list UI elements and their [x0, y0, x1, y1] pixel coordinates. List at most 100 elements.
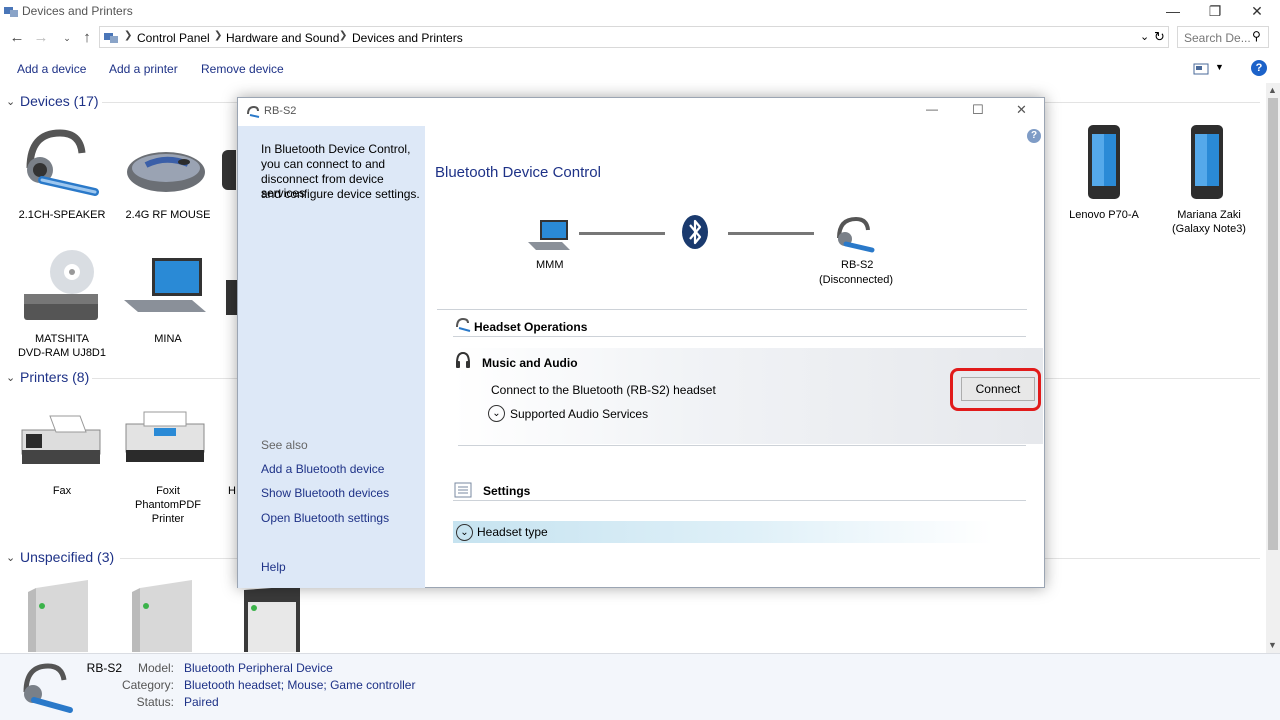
headset-operations-heading: Headset Operations: [474, 320, 588, 334]
chevron-down-icon[interactable]: ⌄: [6, 95, 15, 108]
add-bluetooth-device-link[interactable]: Add a Bluetooth device: [261, 462, 384, 476]
laptop-device-icon[interactable]: [124, 256, 208, 316]
headset-icon: [247, 106, 260, 118]
view-dropdown-icon[interactable]: ▼: [1215, 62, 1224, 72]
printer-label-line2[interactable]: PhantomPDF: [116, 498, 220, 512]
sidebar-description-line: In Bluetooth Device Control,: [261, 142, 411, 156]
details-category-value: Bluetooth headset; Mouse; Game controlle…: [184, 678, 416, 692]
dialog-title: RB-S2: [264, 105, 297, 117]
device-label[interactable]: Mariana Zaki: [1157, 208, 1261, 222]
details-status-label: Status:: [136, 695, 174, 709]
breadcrumb-hardware-sound[interactable]: Hardware and Sound: [226, 31, 339, 45]
connection-line: [579, 232, 665, 235]
dialog-sidebar: In Bluetooth Device Control, you can con…: [238, 126, 425, 588]
device-label[interactable]: 2.4G RF MOUSE: [116, 208, 220, 222]
device-label-line2[interactable]: (Galaxy Note3): [1157, 222, 1261, 236]
printer-label[interactable]: Fax: [10, 484, 114, 498]
dialog-maximize-button[interactable]: ☐: [972, 102, 984, 118]
computer-name: MMM: [536, 259, 564, 271]
headset-device-icon[interactable]: [20, 128, 102, 198]
headphones-icon: [456, 351, 470, 368]
server-device-icon[interactable]: [28, 578, 94, 652]
phone-device-icon[interactable]: [1087, 124, 1121, 200]
command-bar: Add a device Add a printer Remove device…: [0, 55, 1280, 83]
dvd-drive-icon[interactable]: [20, 250, 102, 325]
remove-device-button[interactable]: Remove device: [201, 62, 284, 76]
device-partial-icon[interactable]: [226, 280, 237, 315]
group-divider: [92, 378, 238, 379]
details-pane: RB-S2 Model: Bluetooth Peripheral Device…: [0, 653, 1280, 720]
music-audio-heading: Music and Audio: [482, 356, 578, 370]
server-device-icon[interactable]: [132, 578, 198, 652]
laptop-icon: [528, 218, 570, 252]
details-status-value: Paired: [184, 695, 219, 709]
headset-device-icon: [20, 662, 74, 716]
fax-icon[interactable]: [20, 410, 104, 466]
details-model-value: Bluetooth Peripheral Device: [184, 661, 333, 675]
supported-audio-services-toggle[interactable]: Supported Audio Services: [510, 407, 648, 421]
address-row: ← → ⌄ ↑ ❯ Control Panel ❯ Hardware and S…: [0, 26, 1280, 50]
server-device-icon[interactable]: [236, 586, 302, 652]
printer-label[interactable]: Foxit: [116, 484, 220, 498]
forward-arrow-icon[interactable]: →: [32, 28, 50, 48]
help-link[interactable]: Help: [261, 560, 286, 574]
highlight-box: [950, 368, 1041, 411]
printer-label-line3[interactable]: Printer: [116, 512, 220, 526]
control-panel-icon: [104, 33, 118, 43]
up-arrow-icon[interactable]: ↑: [78, 28, 96, 48]
printer-icon[interactable]: [124, 410, 208, 466]
group-devices-header[interactable]: Devices (17): [20, 93, 99, 109]
show-bluetooth-devices-link[interactable]: Show Bluetooth devices: [261, 486, 389, 500]
device-label-line2[interactable]: DVD-RAM UJ8D1: [10, 346, 114, 360]
dialog-close-button[interactable]: ✕: [1016, 102, 1027, 118]
breadcrumb-control-panel[interactable]: Control Panel: [137, 31, 210, 45]
help-icon[interactable]: ?: [1251, 60, 1267, 76]
device-partial-icon[interactable]: [222, 150, 236, 190]
sidebar-description-line: you can connect to and: [261, 157, 386, 171]
group-printers-header[interactable]: Printers (8): [20, 369, 89, 385]
window-title: Devices and Printers: [22, 4, 133, 18]
breadcrumb-devices-printers[interactable]: Devices and Printers: [352, 31, 463, 45]
minimize-button[interactable]: —: [1150, 0, 1196, 24]
add-device-button[interactable]: Add a device: [17, 62, 86, 76]
window-titlebar: Devices and Printers — ❐ ✕: [0, 0, 1280, 24]
open-bluetooth-settings-link[interactable]: Open Bluetooth settings: [261, 511, 389, 525]
device-label[interactable]: 2.1CH-SPEAKER: [10, 208, 114, 222]
section-divider: [453, 336, 1026, 337]
restore-button[interactable]: ❐: [1192, 0, 1238, 24]
address-dropdown-icon[interactable]: ⌄: [1140, 30, 1149, 43]
headset-icon: [456, 318, 471, 332]
bluetooth-device-control-dialog: RB-S2 — ☐ ✕ ? In Bluetooth Device Contro…: [237, 97, 1045, 588]
connection-line: [728, 232, 814, 235]
device-label[interactable]: MATSHITA: [10, 332, 114, 346]
group-unspecified-header[interactable]: Unspecified (3): [20, 549, 114, 565]
headset-type-label[interactable]: Headset type: [477, 525, 548, 539]
scroll-up-icon[interactable]: ▲: [1268, 85, 1277, 95]
section-divider: [437, 309, 1027, 310]
view-options-icon[interactable]: [1193, 63, 1209, 75]
mouse-device-icon[interactable]: [126, 150, 208, 195]
breadcrumb-separator-icon: ❯: [339, 30, 348, 41]
chevron-down-icon[interactable]: ⌄: [6, 371, 15, 384]
dialog-minimize-button[interactable]: —: [926, 102, 938, 116]
phone-device-icon[interactable]: [1190, 124, 1224, 200]
connect-description: Connect to the Bluetooth (RB-S2) headset: [491, 383, 716, 397]
breadcrumb-separator-icon: ❯: [124, 30, 133, 41]
back-arrow-icon[interactable]: ←: [8, 28, 26, 48]
address-bar[interactable]: ❯ Control Panel ❯ Hardware and Sound ❯ D…: [99, 26, 1169, 48]
scrollbar-thumb[interactable]: [1268, 98, 1278, 550]
expand-chevron-icon[interactable]: ⌄: [456, 524, 473, 541]
headset-icon: [834, 216, 876, 254]
refresh-icon[interactable]: ↻: [1154, 29, 1165, 45]
breadcrumb-separator-icon: ❯: [214, 30, 223, 41]
sidebar-description-line: and configure device settings.: [261, 187, 420, 201]
device-label[interactable]: Lenovo P70-A: [1052, 208, 1156, 222]
device-label[interactable]: MINA: [116, 332, 220, 346]
close-button[interactable]: ✕: [1234, 0, 1280, 24]
expand-chevron-icon[interactable]: ⌄: [488, 405, 505, 422]
chevron-down-icon[interactable]: ⌄: [6, 551, 15, 564]
dialog-help-icon[interactable]: ?: [1027, 129, 1041, 143]
add-printer-button[interactable]: Add a printer: [109, 62, 178, 76]
recent-dropdown-icon[interactable]: ⌄: [58, 28, 76, 48]
scroll-down-icon[interactable]: ▼: [1268, 640, 1277, 650]
